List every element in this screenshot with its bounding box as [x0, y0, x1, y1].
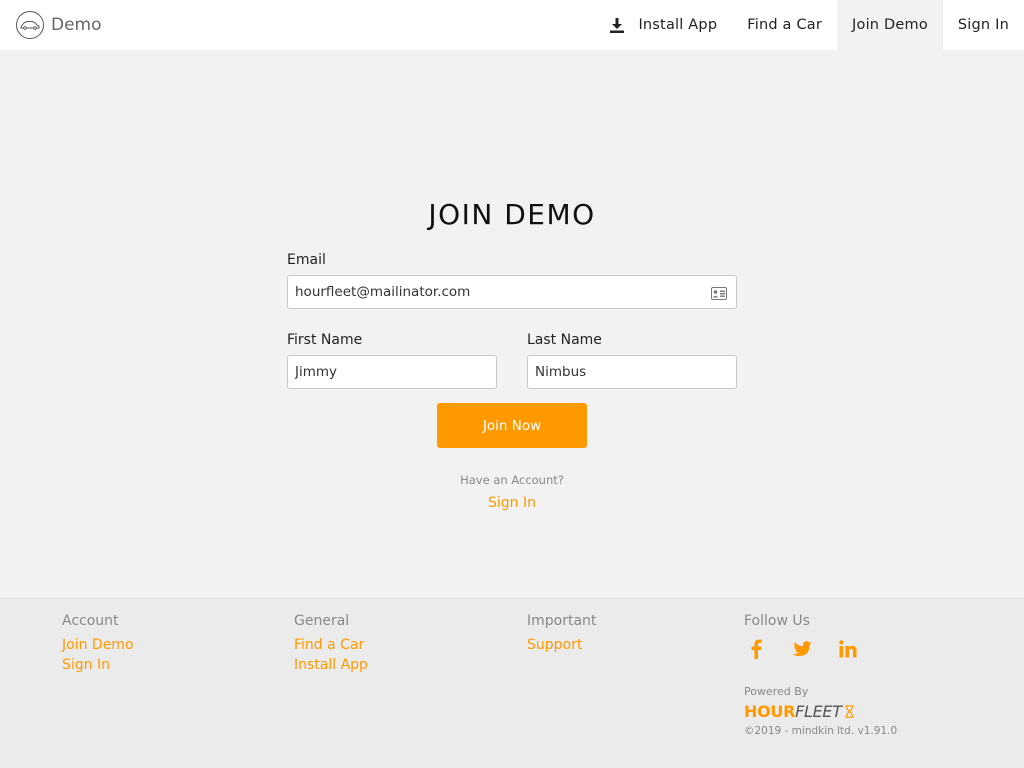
footer-account-column: Account Join Demo Sign In	[62, 613, 134, 675]
last-name-field[interactable]	[527, 355, 737, 389]
hourfleet-logo-fleet: FLEET	[795, 702, 842, 721]
footer-follow-column: Follow Us	[744, 613, 882, 661]
sign-in-link[interactable]: Sign In	[488, 495, 536, 511]
nav-find-car[interactable]: Find a Car	[732, 0, 837, 50]
social-links	[744, 637, 882, 661]
nav-install-app-label: Install App	[638, 17, 718, 33]
download-icon	[610, 17, 625, 33]
footer-support-link[interactable]: Support	[527, 635, 596, 655]
first-name-label: First Name	[287, 332, 363, 348]
brand-home-link[interactable]: Demo	[16, 11, 102, 39]
footer: Account Join Demo Sign In General Find a…	[0, 598, 1024, 768]
main-nav: Install App Find a Car Join Demo Sign In	[595, 0, 1024, 50]
footer-account-heading: Account	[62, 613, 119, 629]
footer-join-demo-link[interactable]: Join Demo	[62, 635, 134, 655]
first-name-field[interactable]	[287, 355, 497, 389]
footer-install-app-link[interactable]: Install App	[294, 655, 368, 675]
join-now-button[interactable]: Join Now	[437, 403, 587, 448]
nav-install-app[interactable]: Install App	[595, 0, 732, 50]
footer-general-column: General Find a Car Install App	[294, 613, 368, 675]
powered-by-label: Powered By	[744, 685, 809, 698]
hourglass-icon	[845, 705, 854, 718]
page-title: JOIN DEMO	[428, 198, 596, 231]
powered-by-block: Powered By HOUR FLEET ©2019 - mindkin lt…	[744, 685, 897, 737]
hourfleet-logo-hour: HOUR	[744, 702, 796, 721]
last-name-label: Last Name	[527, 332, 602, 348]
contact-card-icon[interactable]	[711, 285, 727, 304]
car-logo-icon	[16, 11, 44, 39]
linkedin-icon[interactable]	[836, 637, 860, 661]
nav-sign-in[interactable]: Sign In	[943, 0, 1024, 50]
footer-find-car-link[interactable]: Find a Car	[294, 635, 368, 655]
facebook-icon[interactable]	[744, 637, 768, 661]
email-label: Email	[287, 252, 326, 268]
footer-sign-in-link[interactable]: Sign In	[62, 655, 134, 675]
top-navigation-bar: Demo Install App Find a Car Join Demo Si…	[0, 0, 1024, 50]
have-account-text: Have an Account?	[460, 473, 564, 487]
hourfleet-logo[interactable]: HOUR FLEET	[744, 702, 897, 721]
twitter-icon[interactable]	[790, 637, 814, 661]
copyright-text: ©2019 - mindkin ltd. v1.91.0	[744, 725, 898, 737]
nav-join-demo[interactable]: Join Demo	[837, 0, 943, 50]
footer-general-heading: General	[294, 613, 350, 629]
footer-important-heading: Important	[527, 613, 597, 629]
email-field[interactable]	[287, 275, 737, 309]
footer-follow-heading: Follow Us	[744, 613, 810, 629]
footer-important-column: Important Support	[527, 613, 596, 655]
brand-name: Demo	[51, 15, 102, 35]
